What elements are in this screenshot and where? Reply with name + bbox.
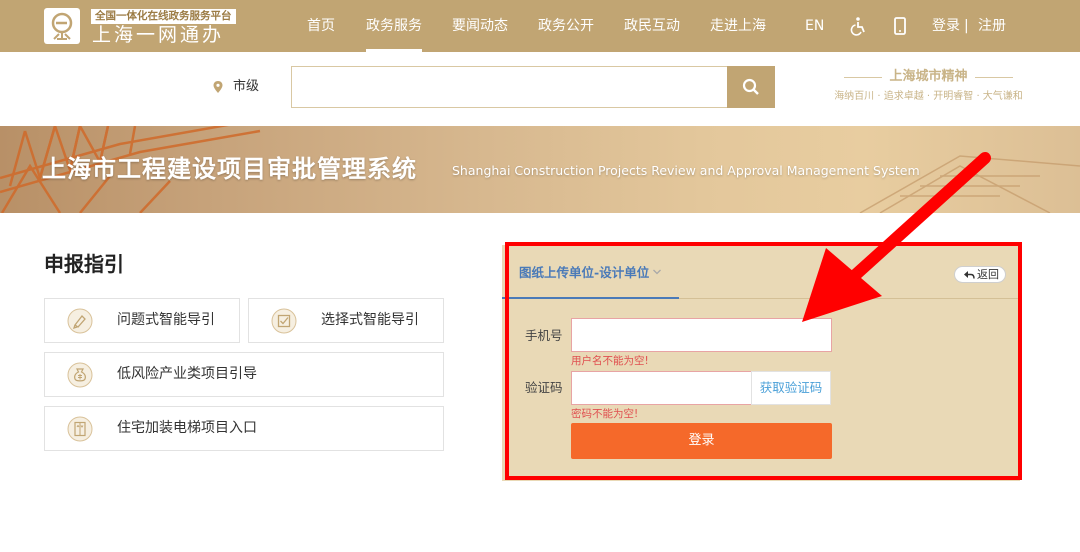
page: 全国一体化在线政务服务平台 上海一网通办 首页 政务服务 要闻动态 政务公开 政… bbox=[0, 0, 1080, 552]
nav-about-shanghai[interactable]: 走进上海 bbox=[710, 0, 766, 52]
guide-item-label: 住宅加装电梯项目入口 bbox=[117, 420, 257, 436]
search-button[interactable] bbox=[727, 66, 775, 108]
banner-title: 上海市工程建设项目审批管理系统 bbox=[42, 155, 417, 183]
chevron-down-icon[interactable] bbox=[652, 268, 662, 276]
guide-item-question[interactable]: 问题式智能导引 bbox=[44, 298, 240, 343]
phone-input[interactable] bbox=[571, 318, 832, 352]
code-label: 验证码 bbox=[525, 380, 563, 395]
nav-interaction[interactable]: 政民互动 bbox=[624, 0, 680, 52]
back-arrow-icon bbox=[964, 271, 975, 279]
nav-news[interactable]: 要闻动态 bbox=[452, 0, 508, 52]
verification-code-input[interactable] bbox=[571, 371, 752, 405]
location-pin-icon bbox=[213, 81, 223, 93]
logo-emblem-icon bbox=[51, 12, 73, 40]
guide-item-label: 低风险产业类项目引导 bbox=[117, 366, 257, 382]
tab-divider bbox=[679, 298, 1020, 299]
lang-switch[interactable]: EN bbox=[805, 0, 824, 52]
city-spirit-title: 上海城市精神 bbox=[826, 68, 1031, 86]
checkbox-icon bbox=[271, 308, 297, 334]
accessibility-icon[interactable] bbox=[849, 16, 869, 36]
get-code-button[interactable]: 获取验证码 bbox=[751, 371, 831, 405]
guide-item-select[interactable]: 选择式智能导引 bbox=[248, 298, 444, 343]
city-spirit-subtitle: 海纳百川 · 追求卓越 · 开明睿智 · 大气谦和 bbox=[834, 91, 1023, 102]
phone-error: 用户名不能为空! bbox=[571, 355, 649, 367]
site-logo[interactable] bbox=[44, 8, 80, 44]
back-button[interactable]: 返回 bbox=[954, 266, 1006, 283]
location-label: 市级 bbox=[233, 79, 260, 94]
guide-item-label: 问题式智能导引 bbox=[117, 312, 215, 328]
back-button-label: 返回 bbox=[977, 268, 999, 281]
code-error: 密码不能为空! bbox=[571, 408, 639, 420]
system-banner: 上海市工程建设项目审批管理系统 Shanghai Construction Pr… bbox=[0, 126, 1080, 213]
header-divider: | bbox=[964, 18, 969, 34]
elevator-icon bbox=[67, 416, 93, 442]
guide-heading: 申报指引 bbox=[44, 252, 124, 276]
guide-item-elevator[interactable]: 住宅加装电梯项目入口 bbox=[44, 406, 444, 451]
mobile-icon[interactable] bbox=[890, 16, 910, 36]
tab-design-unit[interactable]: 图纸上传单位-设计单位 bbox=[519, 265, 649, 281]
guide-item-low-risk[interactable]: 低风险产业类项目引导 bbox=[44, 352, 444, 397]
logo-name: 上海一网通办 bbox=[92, 24, 225, 46]
login-submit-button[interactable]: 登录 bbox=[571, 423, 832, 459]
nav-home[interactable]: 首页 bbox=[307, 0, 335, 52]
top-header: 全国一体化在线政务服务平台 上海一网通办 首页 政务服务 要闻动态 政务公开 政… bbox=[0, 0, 1080, 52]
city-spirit: 上海城市精神 海纳百川 · 追求卓越 · 开明睿智 · 大气谦和 bbox=[826, 68, 1031, 108]
tab-active-indicator bbox=[502, 297, 679, 299]
pen-icon bbox=[67, 308, 93, 334]
money-bag-icon bbox=[67, 362, 93, 388]
search-input[interactable] bbox=[291, 66, 729, 108]
banner-subtitle: Shanghai Construction Projects Review an… bbox=[452, 163, 920, 178]
login-link[interactable]: 登录 bbox=[932, 0, 960, 52]
phone-label: 手机号 bbox=[525, 328, 563, 343]
logo-tagline: 全国一体化在线政务服务平台 bbox=[91, 9, 236, 24]
login-panel: 图纸上传单位-设计单位 返回 手机号 用户名不能为空! 验证码 获取验证码 密码… bbox=[502, 245, 1020, 481]
register-link[interactable]: 注册 bbox=[978, 0, 1006, 52]
search-icon bbox=[742, 78, 759, 95]
guide-item-label: 选择式智能导引 bbox=[321, 312, 419, 328]
nav-gov-services[interactable]: 政务服务 bbox=[366, 0, 422, 52]
nav-gov-disclosure[interactable]: 政务公开 bbox=[538, 0, 594, 52]
